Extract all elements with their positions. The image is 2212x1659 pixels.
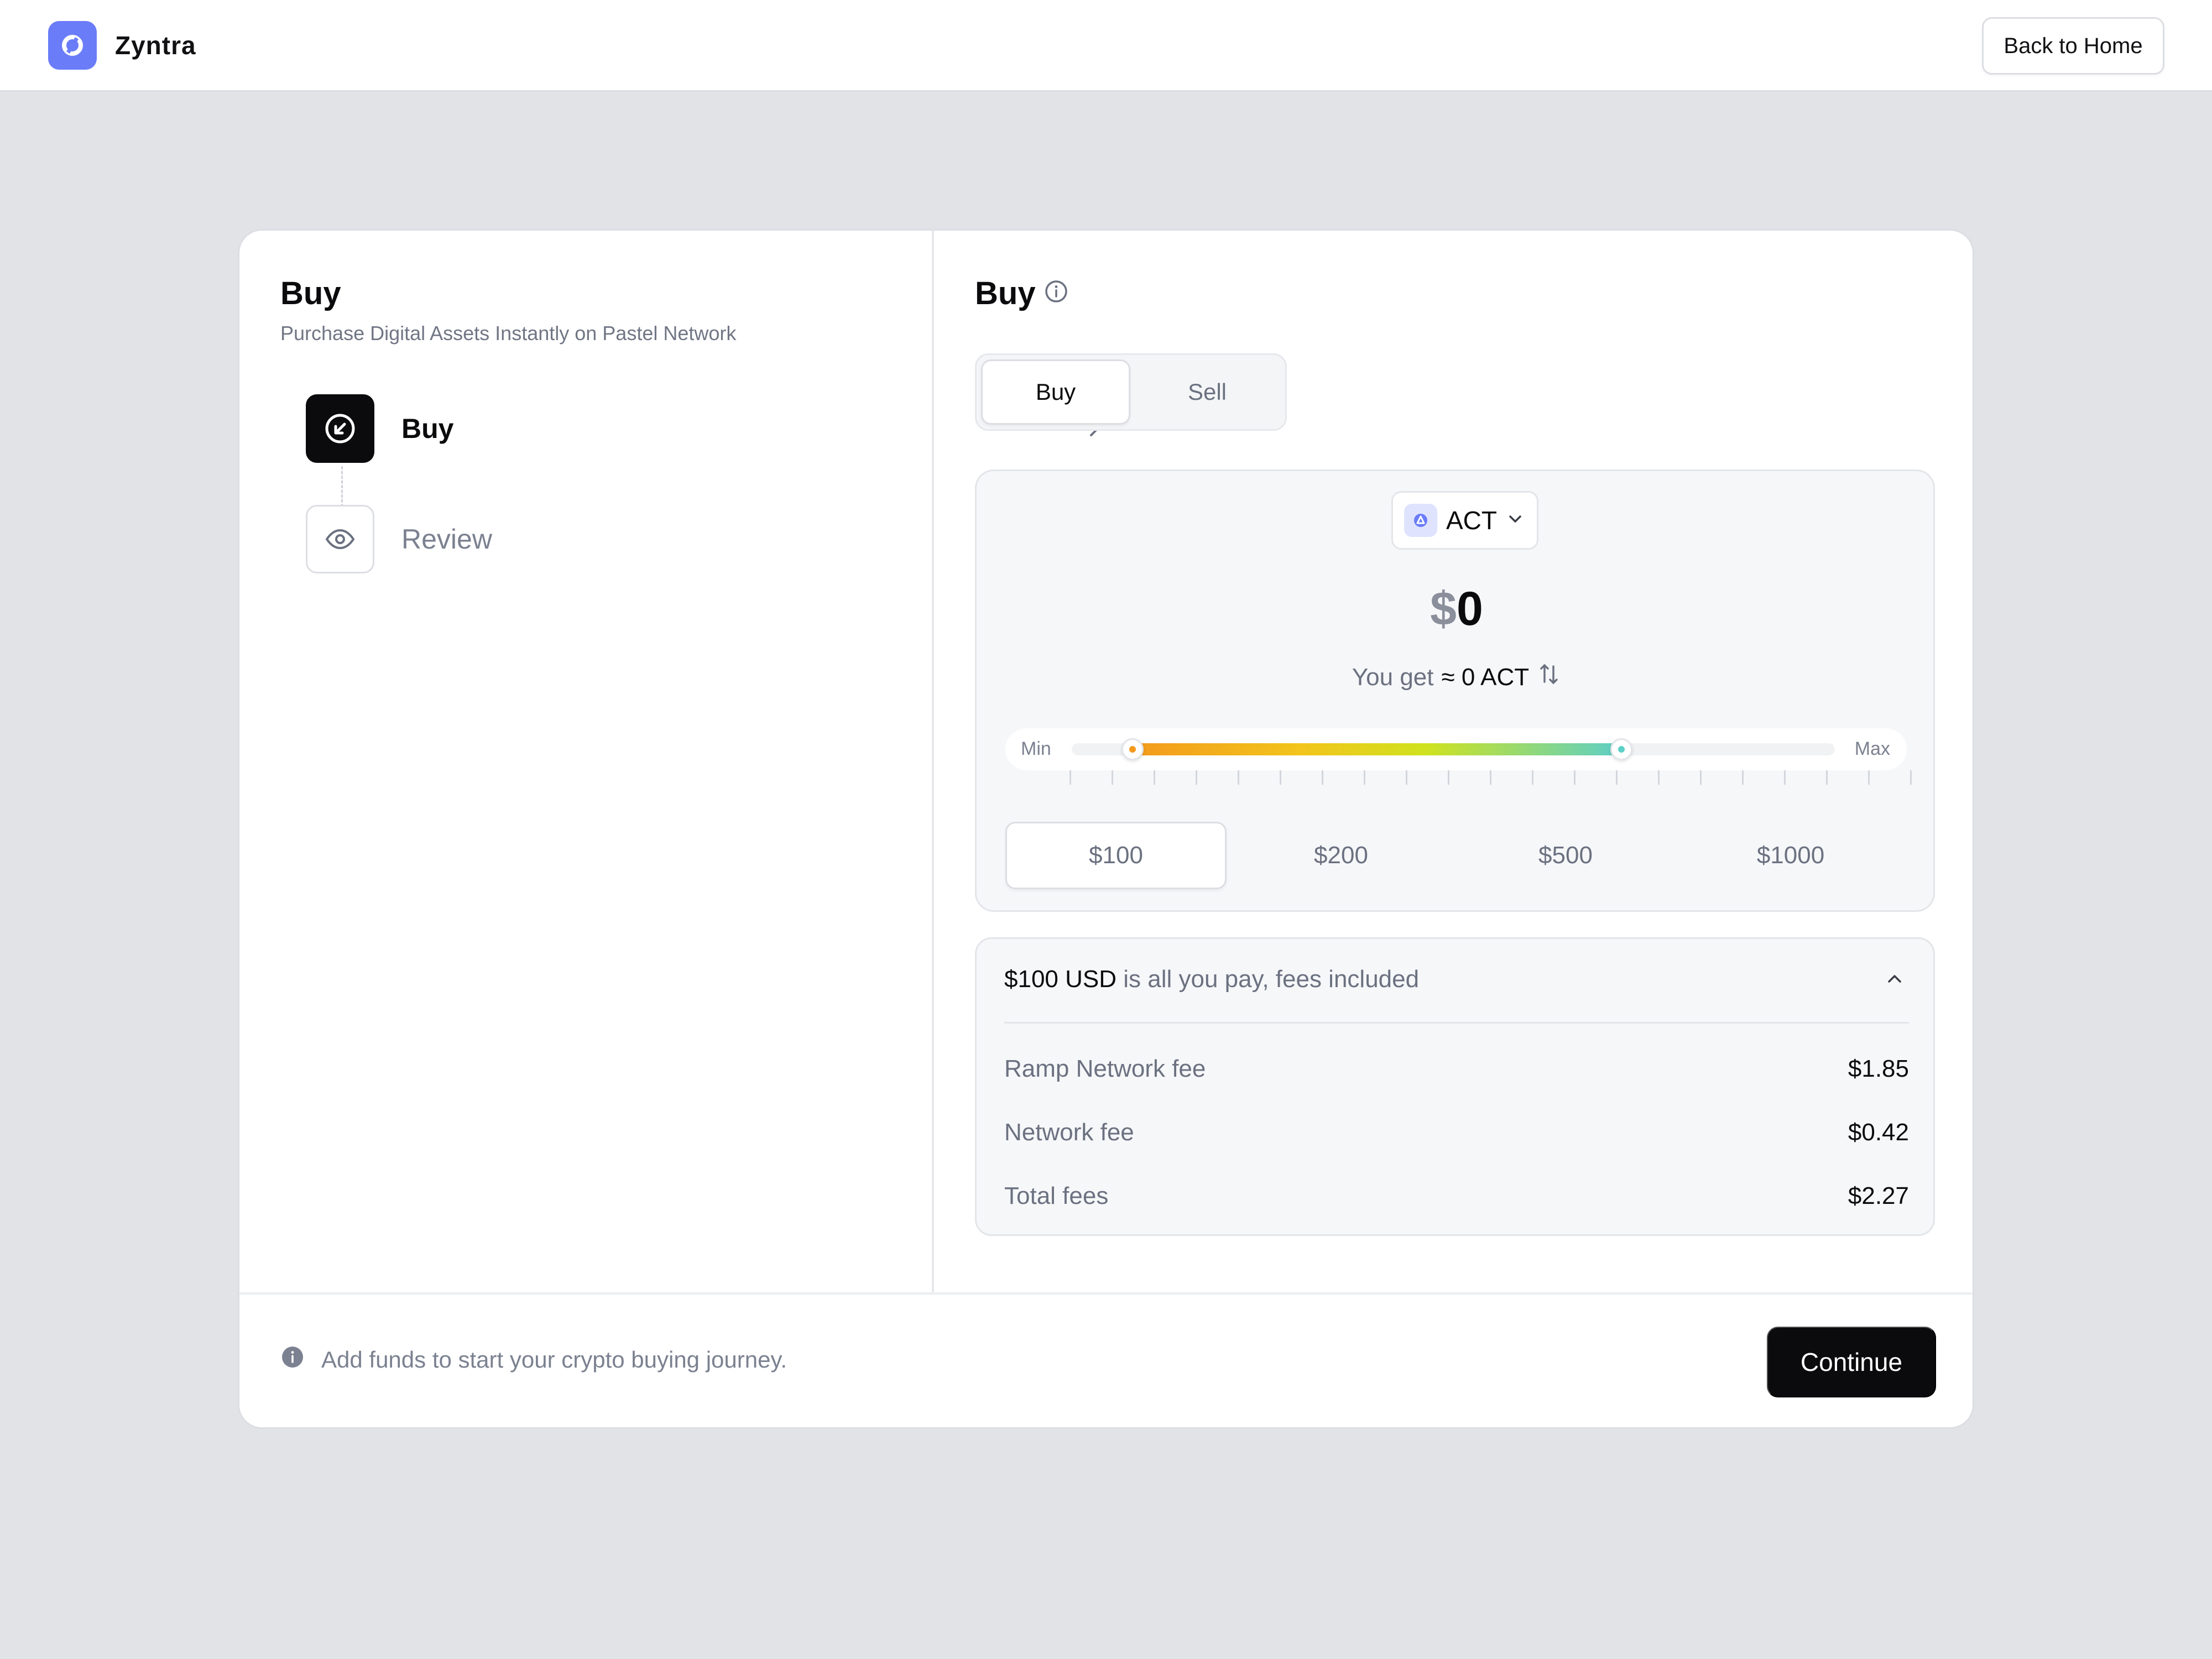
you-get-label: You get: [1352, 663, 1434, 691]
amount-range-slider[interactable]: Min Max: [1005, 728, 1907, 770]
brand-logo-icon[interactable]: [48, 21, 97, 70]
footer-divider: [239, 1292, 1973, 1295]
buy-sell-toggle: Buy Sell: [975, 353, 1287, 431]
slider-tick: [1448, 770, 1449, 785]
swap-vertical-icon[interactable]: [1537, 662, 1561, 692]
slider-tick: [1616, 770, 1618, 785]
fee-value: $0.42: [1848, 1119, 1909, 1146]
amount-value: 0: [1457, 582, 1483, 635]
slider-tick: [1322, 770, 1323, 785]
fees-separator: [1004, 1022, 1909, 1024]
fees-summary-amount: $100 USD: [1004, 966, 1117, 993]
step-buy-label: Buy: [401, 413, 454, 444]
tab-buy[interactable]: Buy: [981, 359, 1130, 425]
slider-tick: [1238, 770, 1239, 785]
chevron-down-icon: [1506, 510, 1525, 531]
fee-row: Ramp Network fee $1.85: [1004, 1055, 1909, 1083]
footer-info-text: Add funds to start your crypto buying jo…: [321, 1347, 787, 1373]
slider-handle-max[interactable]: [1610, 738, 1632, 760]
top-bar: Zyntra Back to Home: [0, 0, 2212, 92]
continue-button[interactable]: Continue: [1767, 1327, 1936, 1397]
preset-200[interactable]: $200: [1230, 822, 1452, 889]
slider-tick: [1658, 770, 1660, 785]
eye-icon: [306, 505, 374, 573]
step-connector: [341, 466, 343, 507]
left-panel-subtitle: Purchase Digital Assets Instantly on Pas…: [280, 322, 737, 345]
fee-row: Total fees $2.27: [1004, 1182, 1909, 1210]
right-panel-title: Buy: [975, 275, 1069, 312]
fee-name: Ramp Network fee: [1004, 1055, 1206, 1082]
fee-name: Total fees: [1004, 1182, 1109, 1209]
amount-panel: ACT $0 You get ≈ 0 ACT Min Max $100 $200…: [975, 469, 1935, 912]
slider-tick: [1490, 770, 1491, 785]
info-circle-icon[interactable]: [1044, 275, 1069, 312]
brand-name: Zyntra: [115, 31, 196, 60]
slider-tick: [1112, 770, 1113, 785]
slider-fill: [1133, 743, 1621, 755]
panel-divider: [932, 231, 934, 1292]
fees-summary[interactable]: $100 USD is all you pay, fees included: [1004, 966, 1419, 993]
preset-500[interactable]: $500: [1455, 822, 1676, 889]
slider-tick: [1364, 770, 1365, 785]
chevron-up-icon[interactable]: [1884, 968, 1906, 993]
slider-max-label: Max: [1854, 738, 1890, 759]
slider-min-label: Min: [1021, 738, 1051, 759]
slider-tick: [1406, 770, 1407, 785]
slider-tick: [1196, 770, 1197, 785]
act-token-icon: [1404, 504, 1437, 537]
amount-presets: $100 $200 $500 $1000: [1005, 822, 1907, 889]
slider-tick: [1868, 770, 1870, 785]
slider-tick: [1700, 770, 1702, 785]
slider-tick: [1574, 770, 1575, 785]
slider-handle-min[interactable]: [1121, 738, 1144, 760]
fees-panel: $100 USD is all you pay, fees included R…: [975, 937, 1935, 1236]
preset-100[interactable]: $100: [1005, 822, 1227, 889]
slider-tick: [1742, 770, 1744, 785]
amount-display[interactable]: $0: [977, 582, 1937, 637]
right-panel-title-text: Buy: [975, 275, 1036, 311]
info-filled-icon: [280, 1345, 305, 1375]
slider-tick: [1532, 770, 1533, 785]
slider-tick: [1070, 770, 1071, 785]
left-panel-title: Buy: [280, 275, 341, 311]
fee-value: $1.85: [1848, 1055, 1909, 1082]
you-get-value: ≈ 0 ACT: [1441, 663, 1530, 691]
fees-summary-text: is all you pay, fees included: [1123, 966, 1420, 993]
you-get-row: You get ≈ 0 ACT: [977, 662, 1937, 692]
buy-card: Buy Purchase Digital Assets Instantly on…: [238, 229, 1974, 1429]
asset-symbol: ACT: [1446, 506, 1497, 535]
amount-currency-symbol: $: [1430, 582, 1457, 635]
slider-tick: [1784, 770, 1786, 785]
fee-value: $2.27: [1848, 1182, 1909, 1209]
asset-selector[interactable]: ACT: [1391, 491, 1538, 550]
slider-tick: [1154, 770, 1155, 785]
back-to-home-button[interactable]: Back to Home: [1982, 17, 2164, 75]
tab-sell[interactable]: Sell: [1133, 359, 1282, 425]
preset-1000[interactable]: $1000: [1680, 822, 1901, 889]
arrow-down-left-circle-icon: [306, 394, 374, 463]
fee-row: Network fee $0.42: [1004, 1119, 1909, 1146]
slider-ticks: [977, 770, 1937, 787]
slider-tick: [1280, 770, 1281, 785]
footer-info: Add funds to start your crypto buying jo…: [280, 1345, 787, 1375]
slider-tick: [1910, 770, 1912, 785]
step-review-label: Review: [401, 524, 492, 555]
slider-tick: [1826, 770, 1828, 785]
fee-name: Network fee: [1004, 1119, 1134, 1146]
